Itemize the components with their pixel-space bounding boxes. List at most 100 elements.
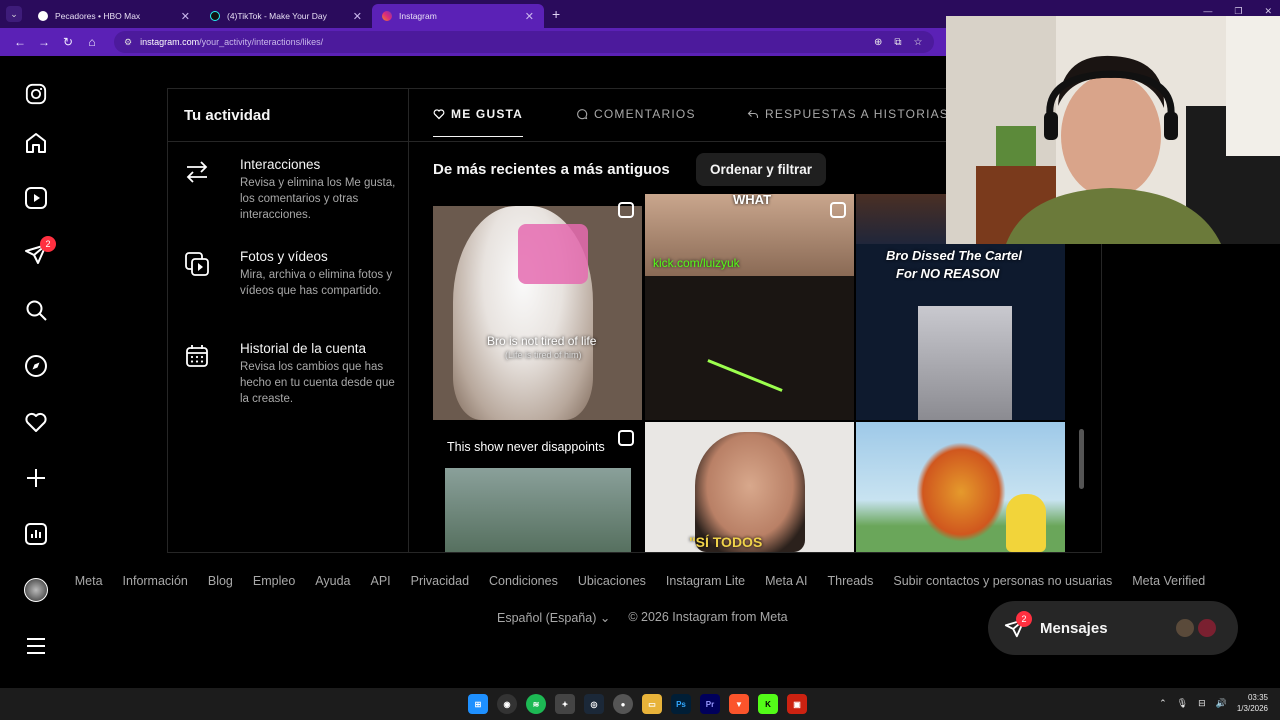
- browser-tab-tiktok[interactable]: (4)TikTok - Make Your Day ✕: [200, 4, 372, 28]
- tab-comments[interactable]: COMENTARIOS: [576, 107, 696, 121]
- footer-link[interactable]: Condiciones: [489, 574, 558, 588]
- app-icon[interactable]: ▣: [787, 694, 807, 714]
- zoom-icon[interactable]: ⊕: [874, 37, 882, 48]
- sidebar-item-desc: Revisa y elimina los Me gusta, los comen…: [240, 177, 396, 221]
- bookmark-star-icon[interactable]: ☆: [914, 37, 923, 48]
- divider: [168, 141, 408, 142]
- app-icon[interactable]: ●: [613, 694, 633, 714]
- direct-messages-icon: 2: [1004, 611, 1032, 639]
- instagram-logo-icon[interactable]: [24, 82, 48, 106]
- liked-post[interactable]: This show never disappoints: [433, 422, 642, 552]
- footer-link[interactable]: Ayuda: [315, 574, 350, 588]
- tab-likes[interactable]: ME GUSTA: [433, 107, 524, 137]
- post-caption: WHAT: [733, 194, 772, 207]
- sort-order-label: De más recientes a más antiguos: [433, 161, 670, 178]
- reload-icon[interactable]: ↻: [56, 35, 80, 49]
- kick-icon[interactable]: K: [758, 694, 778, 714]
- microphone-icon[interactable]: 🎙: [1177, 698, 1188, 709]
- liked-post[interactable]: [856, 422, 1065, 552]
- sidebar-item-desc: Mira, archiva o elimina fotos y vídeos q…: [240, 269, 393, 297]
- network-icon[interactable]: ⊟: [1198, 698, 1206, 709]
- spotify-icon[interactable]: ≋: [526, 694, 546, 714]
- app-icon[interactable]: ✦: [555, 694, 575, 714]
- forward-icon[interactable]: →: [32, 35, 56, 49]
- footer-link[interactable]: API: [371, 574, 391, 588]
- premiere-icon[interactable]: Pr: [700, 694, 720, 714]
- liked-post[interactable]: WHAT kick.com/luizyuk: [645, 194, 854, 420]
- photoshop-icon[interactable]: Ps: [671, 694, 691, 714]
- footer-link[interactable]: Subir contactos y personas no usuarias: [893, 574, 1112, 588]
- search-icon[interactable]: [24, 298, 48, 322]
- footer-link[interactable]: Privacidad: [411, 574, 469, 588]
- direct-messages-icon[interactable]: 2: [24, 236, 56, 266]
- clock[interactable]: 03:35 1/3/2026: [1237, 692, 1268, 714]
- browser-tab-instagram[interactable]: Instagram ✕: [372, 4, 544, 28]
- home-icon[interactable]: ⌂: [80, 35, 104, 49]
- hbo-favicon-icon: [38, 11, 48, 21]
- chevron-up-icon[interactable]: ⌃: [1159, 698, 1167, 709]
- brave-icon[interactable]: ▼: [729, 694, 749, 714]
- browser-tab-hbo[interactable]: Pecadores • HBO Max ✕: [28, 4, 200, 28]
- footer-link[interactable]: Meta AI: [765, 574, 807, 588]
- tab-story-replies[interactable]: RESPUESTAS A HISTORIAS: [747, 107, 949, 121]
- chrome-icon[interactable]: ◉: [497, 694, 517, 714]
- clock-date: 1/3/2026: [1236, 704, 1268, 713]
- tab-likes-label: ME GUSTA: [451, 107, 524, 121]
- close-tab-icon[interactable]: ✕: [353, 10, 362, 23]
- volume-icon[interactable]: 🔊: [1216, 698, 1227, 709]
- create-plus-icon[interactable]: [24, 466, 48, 490]
- home-icon[interactable]: [24, 131, 48, 155]
- avatar: [1174, 617, 1196, 639]
- footer-link[interactable]: Empleo: [253, 574, 295, 588]
- footer-link[interactable]: Ubicaciones: [578, 574, 646, 588]
- footer-link[interactable]: Meta: [75, 574, 103, 588]
- calendar-icon: [186, 345, 208, 367]
- grid-scrollbar[interactable]: [1078, 194, 1085, 552]
- sidebar-item-title: Historial de la cuenta: [240, 341, 367, 356]
- tiktok-favicon-icon: [210, 11, 220, 21]
- footer-link[interactable]: Blog: [208, 574, 233, 588]
- new-tab-button[interactable]: +: [552, 6, 560, 22]
- photos-videos-icon: [185, 252, 209, 276]
- heart-icon[interactable]: [24, 410, 48, 434]
- messages-button[interactable]: 2 Mensajes: [988, 601, 1238, 655]
- sidebar-item-desc: Revisa los cambios que has hecho en tu c…: [240, 361, 395, 405]
- sidebar-item-interactions[interactable]: Interacciones Revisa y elimina los Me gu…: [184, 157, 399, 223]
- install-icon[interactable]: ⧉: [894, 37, 901, 48]
- back-icon[interactable]: ←: [8, 35, 32, 49]
- close-tab-icon[interactable]: ✕: [525, 10, 534, 23]
- sort-filter-button[interactable]: Ordenar y filtrar: [696, 153, 827, 186]
- explore-icon[interactable]: [24, 354, 48, 378]
- steam-icon[interactable]: ◎: [584, 694, 604, 714]
- footer-link[interactable]: Instagram Lite: [666, 574, 745, 588]
- language-select[interactable]: Español (España) ⌄: [497, 610, 610, 625]
- tab-search-icon[interactable]: ⌄: [6, 6, 22, 22]
- start-windows-icon[interactable]: ⊞: [468, 694, 488, 714]
- site-info-icon[interactable]: ⚙: [124, 37, 132, 48]
- liked-post[interactable]: Bro is not tired of life (Life is tired …: [433, 194, 642, 420]
- system-tray: ⌃ 🎙 ⊟ 🔊 03:35 1/3/2026: [1159, 692, 1268, 714]
- post-caption: Bro Dissed The Cartel: [886, 248, 1022, 263]
- footer-link[interactable]: Threads: [828, 574, 874, 588]
- sidebar-item-photos-videos[interactable]: Fotos y vídeos Mira, archiva o elimina f…: [184, 249, 399, 299]
- liked-post[interactable]: "SÍ TODOS: [645, 422, 854, 552]
- chevron-down-icon: ⌄: [599, 611, 611, 625]
- dashboard-icon[interactable]: [24, 522, 48, 546]
- close-tab-icon[interactable]: ✕: [181, 10, 190, 23]
- tab-title: Pecadores • HBO Max: [55, 11, 141, 21]
- reels-icon[interactable]: [24, 186, 48, 210]
- url-field[interactable]: ⚙ instagram.com/your_activity/interactio…: [114, 31, 934, 53]
- sidebar-item-account-history[interactable]: Historial de la cuenta Revisa los cambio…: [184, 341, 399, 407]
- scrollbar-thumb[interactable]: [1079, 429, 1084, 489]
- footer-link[interactable]: Información: [123, 574, 188, 588]
- instagram-favicon-icon: [382, 11, 392, 21]
- messages-label: Mensajes: [1040, 619, 1108, 637]
- comment-icon: [577, 109, 588, 120]
- post-caption: "SÍ TODOS: [689, 534, 763, 550]
- menu-hamburger-icon[interactable]: [24, 634, 48, 658]
- footer-link[interactable]: Meta Verified: [1132, 574, 1205, 588]
- file-explorer-icon[interactable]: ▭: [642, 694, 662, 714]
- reel-icon: [618, 430, 634, 446]
- page-title: Tu actividad: [184, 107, 271, 124]
- tab-title: (4)TikTok - Make Your Day: [227, 11, 327, 21]
